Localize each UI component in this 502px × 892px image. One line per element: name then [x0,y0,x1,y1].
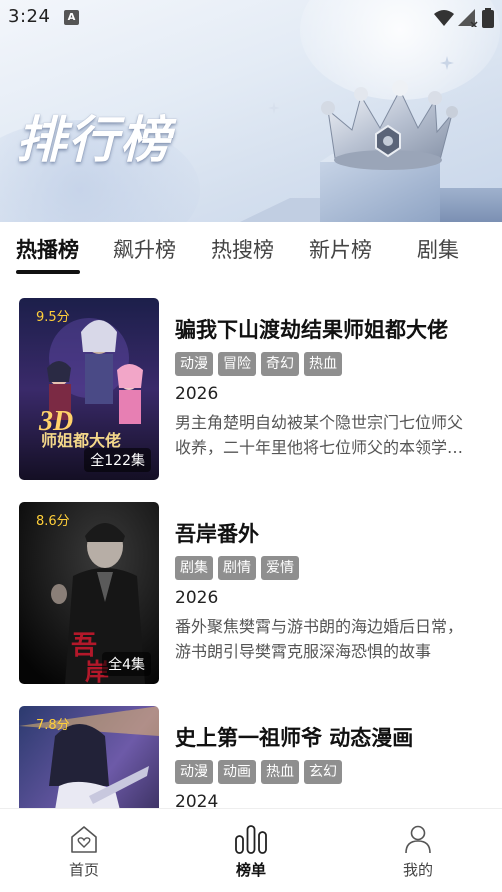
tab-hot-play[interactable]: 热播榜 [16,234,79,264]
genre-tag: 奇幻 [261,352,299,376]
tab-hot-search[interactable]: 热搜榜 [211,234,274,264]
user-icon [405,825,431,854]
poster-image[interactable]: 吾 岸 8.6分 全4集 [19,502,159,684]
battery-icon [482,8,494,28]
notification-icon: A [64,10,79,25]
list-item[interactable]: 吾 岸 8.6分 全4集 吾岸番外 剧集 剧情 爱情 2026 番外聚焦樊霄与游… [0,482,502,684]
status-time: 3:24 [8,6,51,27]
release-year: 2026 [175,384,219,404]
genre-tag: 剧集 [175,556,213,580]
nav-label: 我的 [402,861,433,879]
nav-ranking[interactable]: 榜单 [211,823,291,880]
list-item[interactable]: 7.8分 史上第一祖师爷 动态漫画 动漫 动画 热血 玄幻 2024 [0,686,502,808]
tab-series[interactable]: 剧集 [417,234,459,264]
genre-tag: 动画 [218,760,256,784]
nav-profile[interactable]: 我的 [378,823,458,880]
release-year: 2026 [175,588,219,608]
wifi-icon [434,10,454,26]
status-bar: 3:24 A [0,0,502,36]
sparkle-icon [440,56,454,70]
genre-tag: 热血 [304,352,342,376]
genre-tag: 冒险 [218,352,256,376]
bar-chart-icon [235,825,267,854]
episode-count: 全4集 [102,652,151,676]
item-description: 男主角楚明自幼被某个隐世宗门七位师父收养，二十年里他将七位师父的本领学了个遍 [175,413,464,457]
score-badge: 7.8分 [36,718,70,733]
active-tab-indicator [16,270,80,274]
bottom-nav: 首页 榜单 我的 [0,808,502,892]
item-title[interactable]: 骗我下山渡劫结果师姐都大佬 [175,314,467,344]
genre-tag: 动漫 [175,760,213,784]
genre-tag: 热血 [261,760,299,784]
page-title: 排行榜 [16,111,172,169]
crown-trophy-icon [240,80,502,222]
cell-signal-icon [458,9,478,27]
genre-tag: 玄幻 [304,760,342,784]
nav-label: 榜单 [235,861,266,879]
rank-tabs: 热播榜 飙升榜 热搜榜 新片榜 剧集 [0,222,502,278]
genre-tag: 剧情 [218,556,256,580]
tab-new[interactable]: 新片榜 [309,234,372,264]
genre-tag: 爱情 [261,556,299,580]
item-title[interactable]: 吾岸番外 [175,518,467,548]
rank-list: 3D 师姐都大佬 9.5分 全122集 骗我下山渡劫结果师姐都大佬 动漫 冒险 … [0,278,502,808]
genre-tag: 动漫 [175,352,213,376]
item-title[interactable]: 史上第一祖师爷 动态漫画 [175,722,467,752]
tab-rising[interactable]: 飙升榜 [113,234,176,264]
item-description: 番外聚焦樊霄与游书朗的海边婚后日常，游书朗引导樊霄克服深海恐惧的故事 [175,617,464,661]
list-item[interactable]: 3D 师姐都大佬 9.5分 全122集 骗我下山渡劫结果师姐都大佬 动漫 冒险 … [0,278,502,480]
score-badge: 9.5分 [36,310,70,325]
poster-image[interactable]: 7.8分 [19,706,159,808]
score-badge: 8.6分 [36,514,70,529]
release-year: 2024 [175,792,219,808]
home-heart-icon [71,826,97,853]
nav-home[interactable]: 首页 [44,823,124,880]
poster-image[interactable]: 3D 师姐都大佬 9.5分 全122集 [19,298,159,480]
nav-label: 首页 [68,861,99,879]
episode-count: 全122集 [84,448,151,472]
